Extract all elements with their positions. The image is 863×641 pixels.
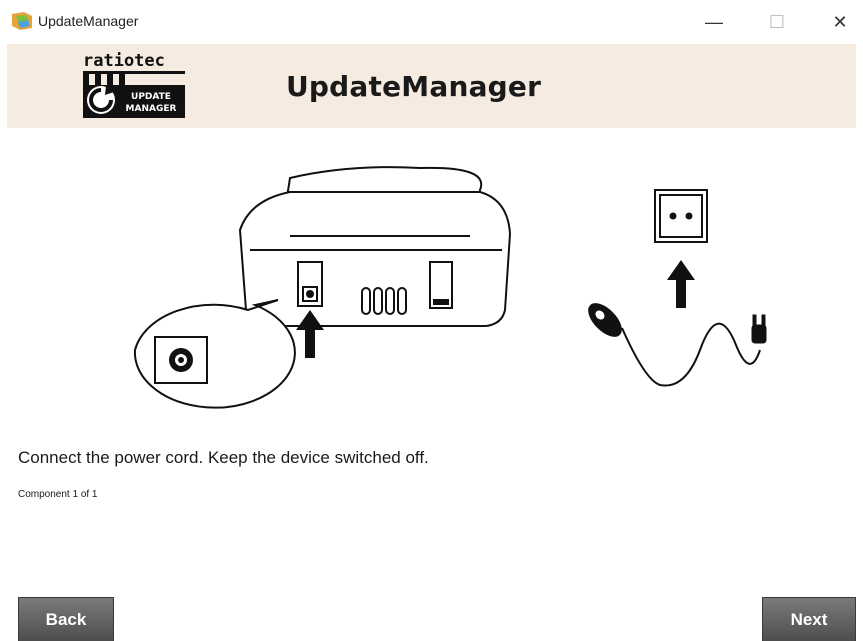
- maximize-icon: ☐: [768, 11, 786, 32]
- title-bar: UpdateManager — ☐ ✕: [0, 0, 863, 44]
- banner-title: UpdateManager: [286, 70, 542, 103]
- connect-power-cord-illustration: [133, 166, 767, 409]
- minimize-button[interactable]: —: [694, 6, 734, 38]
- wall-socket-icon: [654, 189, 708, 243]
- power-cord-icon: [588, 303, 767, 387]
- maximize-button[interactable]: ☐: [757, 6, 797, 38]
- header-banner: ratiotec UPDATE MANAGER UpdateManager: [7, 44, 856, 128]
- arrow-up-icon: [667, 260, 695, 308]
- component-status: Component 1 of 1: [18, 489, 98, 500]
- ratiotec-logo: ratiotec UPDATE MANAGER: [83, 51, 185, 118]
- zoomed-port-bubble: [133, 299, 296, 409]
- next-button[interactable]: Next: [762, 597, 856, 641]
- back-button[interactable]: Back: [18, 597, 114, 641]
- device-illustration: [238, 166, 512, 327]
- logo-badge-line2: MANAGER: [126, 104, 177, 114]
- updatemanager-app-icon: [12, 12, 32, 30]
- logo-badge-line1: UPDATE: [131, 92, 171, 102]
- instruction-text: Connect the power cord. Keep the device …: [18, 448, 429, 467]
- minimize-icon: —: [705, 11, 723, 32]
- window-title: UpdateManager: [38, 13, 139, 29]
- logo-brand-text: ratiotec: [83, 51, 165, 71]
- close-button[interactable]: ✕: [820, 6, 860, 38]
- close-icon: ✕: [832, 11, 848, 32]
